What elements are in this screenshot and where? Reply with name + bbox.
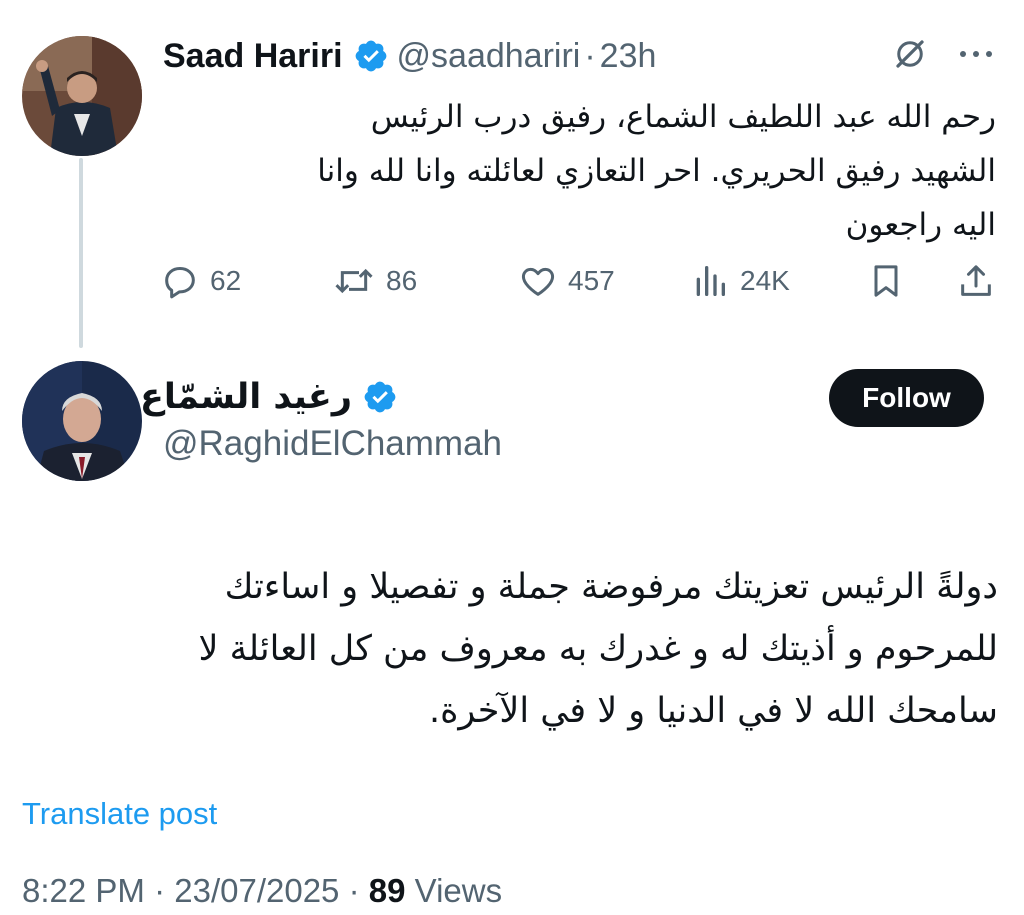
follow-button[interactable]: Follow [829, 369, 984, 427]
like-icon [518, 261, 558, 301]
views-icon [690, 261, 730, 301]
like-button[interactable]: 457 [518, 258, 615, 304]
separator-dot: · [584, 36, 596, 75]
post-text-line: رحم الله عبد اللطيف الشماع، رفيق درب الر… [370, 99, 996, 135]
post-text-line: سامحك الله لا في الدنيا و لا في الآخرة. [428, 691, 998, 731]
bookmark-button[interactable] [866, 258, 906, 304]
reply-count: 62 [210, 265, 242, 296]
separator-dot: · [348, 872, 360, 909]
post-date[interactable]: 23/07/2025 [174, 872, 339, 909]
post-text-line: الشهيد رفيق الحريري. احر التعازي لعائلته… [317, 153, 996, 189]
post-top-actions [892, 36, 994, 72]
views-count: 89 [368, 872, 406, 909]
post-text-line: دولةً الرئيس تعزيتك مرفوضة جملة و تفصيلا… [224, 567, 998, 607]
views-count: 24K [740, 265, 790, 296]
post-text-line: للمرحوم و أذيتك له و غدرك به معروف من كل… [198, 629, 998, 669]
separator-dot: · [154, 872, 166, 909]
repost-count: 86 [386, 265, 418, 296]
avatar-photo-raghid [22, 361, 142, 481]
post-time[interactable]: 8:22 PM [22, 872, 145, 909]
author-handle[interactable]: @saadhariri [397, 37, 581, 76]
reply-icon [160, 261, 200, 301]
avatar-photo-saad [22, 36, 142, 156]
reply-post-text: دولةً الرئيس تعزيتك مرفوضة جملة و تفصيلا… [8, 556, 998, 742]
avatar[interactable] [22, 36, 142, 156]
thread-connector-line [79, 158, 83, 348]
reply-author-name[interactable]: رغيد الشمّاع [140, 377, 352, 417]
post-age[interactable]: 23h [600, 37, 657, 76]
repost-button[interactable]: 86 [332, 258, 417, 304]
post-text-line: اليه راجعون [845, 207, 996, 243]
post-metadata: 8:22 PM · 23/07/2025 · 89 Views [22, 872, 502, 910]
reply-author-handle[interactable]: @RaghidElChammah [163, 424, 502, 464]
grok-icon[interactable] [892, 36, 928, 72]
verified-badge-icon [353, 38, 389, 74]
author-name[interactable]: Saad Hariri [163, 37, 343, 76]
views-button[interactable]: 24K [690, 258, 790, 304]
verified-badge-icon [362, 379, 398, 415]
share-icon [956, 261, 996, 301]
reply-author-header: رغيد الشمّاع [140, 372, 406, 422]
more-icon[interactable] [958, 49, 994, 59]
post-text: رحم الله عبد اللطيف الشماع، رفيق درب الر… [176, 90, 996, 252]
bookmark-icon [866, 261, 906, 301]
post-header: Saad Hariri @saadhariri · 23h [163, 30, 656, 82]
post-action-bar: 62 86 457 24K [160, 258, 1000, 304]
reply-button[interactable]: 62 [160, 258, 241, 304]
translate-post-link[interactable]: Translate post [22, 796, 217, 832]
repost-icon [332, 261, 376, 301]
like-count: 457 [568, 265, 615, 296]
views-label: Views [414, 872, 503, 909]
share-button[interactable] [956, 258, 996, 304]
avatar[interactable] [22, 361, 142, 481]
